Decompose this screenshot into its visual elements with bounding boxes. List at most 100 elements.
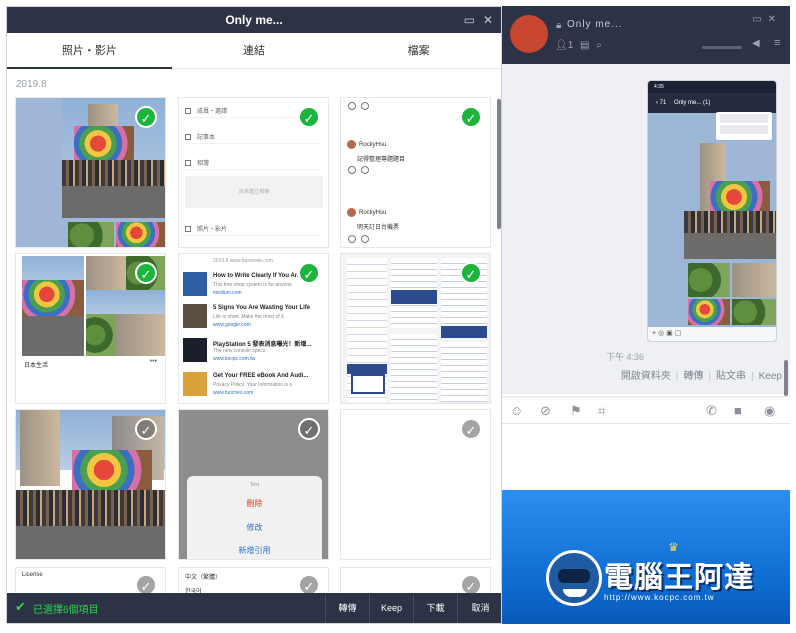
media-item-links[interactable]: 2019.8 www.facebook.com How to Write Cle… (178, 253, 329, 404)
volume-slider[interactable] (702, 46, 742, 49)
selected-check-icon[interactable]: ✓ (460, 106, 482, 128)
close-icon[interactable]: ✕ (483, 7, 493, 33)
media-item-collage[interactable]: 日本生活 ••• ✓ (15, 253, 166, 404)
emoji-icon (348, 235, 356, 243)
chat-message: 記得整理專題題目 (357, 157, 406, 163)
sticker-icon (361, 166, 369, 174)
selected-check-icon[interactable]: ✓ (135, 262, 157, 284)
download-button[interactable]: 下載 (413, 593, 457, 623)
emoji-icon[interactable]: ☺ (510, 403, 523, 418)
media-window: Only me... ▭ ✕ 照片‧影片 連結 檔案 2019.8 ✓ 成員‧邀… (6, 6, 502, 624)
popup-edit: 修改 (246, 523, 263, 532)
media-item-photo[interactable]: ✓ (15, 409, 166, 560)
selected-check-icon[interactable]: ✓ (298, 106, 320, 128)
maximize-icon[interactable]: ▭ (752, 14, 767, 25)
media-item-screenshot[interactable]: ✓ (340, 253, 491, 404)
selected-check-icon[interactable]: ✓ (135, 106, 157, 128)
phone-back-count: 71 (659, 100, 667, 106)
notes-row-photos: 照片‧影片 (197, 227, 228, 233)
tab-links[interactable]: 連結 (172, 33, 337, 68)
open-folder-link[interactable]: 開啟資料夾 (621, 367, 671, 382)
popup-title: Text (249, 482, 260, 488)
media-item-popup-screenshot[interactable]: Text 刪除 修改 新增引用 ✓ (178, 409, 329, 560)
selected-check-icon[interactable]: ✓ (460, 262, 482, 284)
emoji-icon (348, 166, 356, 174)
message-timestamp: 下午 4:36 (606, 352, 645, 362)
chat-title: Only me... (567, 19, 623, 30)
lock-icon: 🔒︎ (556, 20, 562, 31)
notes-row-album: 相簿 (197, 161, 210, 167)
forward-link[interactable]: 轉傳 (683, 367, 703, 382)
cancel-button[interactable]: 取消 (457, 593, 501, 623)
notes-row-members: 成員‧邀請 (197, 109, 228, 115)
media-item-notes[interactable]: 成員‧邀請 記事本 相簿 尚未建立相簿 照片‧影片 ✓ (178, 97, 329, 248)
chat-scrollbar[interactable] (784, 360, 788, 396)
speaker-icon[interactable]: ◀︎ (752, 38, 760, 49)
forward-button[interactable]: 轉傳 (325, 593, 369, 623)
media-window-title-bar: Only me... ▭ ✕ (7, 7, 501, 33)
post-link[interactable]: 貼文串 (716, 367, 746, 382)
attach-icon[interactable]: ⊘ (540, 403, 551, 419)
media-tabs: 照片‧影片 連結 檔案 (7, 33, 501, 69)
notes-icon[interactable]: ▤ (580, 40, 589, 51)
tab-photos-videos[interactable]: 照片‧影片 (7, 33, 172, 69)
search-icon[interactable]: ⌕ (596, 40, 602, 51)
avatar (347, 140, 356, 149)
unselected-check-icon[interactable]: ✓ (298, 418, 320, 440)
members-icon[interactable]: 👤︎ (555, 40, 568, 51)
close-icon[interactable]: ✕ (768, 14, 782, 25)
screen: Only me... ▭ ✕ 照片‧影片 連結 檔案 2019.8 ✓ 成員‧邀… (0, 0, 796, 633)
chat-message: 明天訂日台機票 (357, 225, 400, 231)
chat-window: 🔒︎ Only me... 👤︎1 ▤ ⌕ ▭✕ ◀︎ ≡ 4:35 ‹ 71 … (502, 6, 790, 624)
maximize-icon[interactable]: ▭ (464, 7, 475, 33)
mic-icon[interactable]: ◉ (764, 403, 775, 419)
media-item-chat[interactable]: RockyHsu 記得整理專題題目 RockyHsu 明天訂日台機票 ✓ (340, 97, 491, 248)
phone-icon[interactable]: ✆ (706, 403, 717, 419)
chat-toolbar: ☺ ⊘ ⚑ ⌗ ✆ ■ ◉ (502, 396, 790, 424)
chat-user-name: RockyHsu (359, 210, 387, 217)
keep-button[interactable]: Keep (369, 593, 413, 623)
sticker-icon (361, 102, 369, 110)
media-item-photo[interactable]: ✓ (15, 97, 166, 248)
date-group-label: 2019.8 (16, 79, 47, 90)
chat-message-area: 4:35 ‹ 71 Only me... (1) + ◎ ▣ ▢ 下午 4:36 (502, 64, 790, 396)
watermark-name: 電腦王阿達 (604, 562, 755, 594)
keep-icon[interactable]: ⚑ (570, 403, 582, 419)
shared-screenshot-message[interactable]: 4:35 ‹ 71 Only me... (1) + ◎ ▣ ▢ (647, 80, 777, 342)
link-thumbnail (183, 272, 207, 296)
unselected-check-icon[interactable]: ✓ (135, 418, 157, 440)
crop-icon[interactable]: ⌗ (598, 403, 605, 419)
chat-input-field[interactable] (502, 424, 790, 490)
chat-user-name: RockyHsu (359, 142, 387, 149)
album-placeholder: 尚未建立相簿 (185, 176, 323, 208)
avatar[interactable] (510, 15, 548, 53)
selected-check-icon: ✔ (15, 599, 26, 614)
chat-header: 🔒︎ Only me... 👤︎1 ▤ ⌕ ▭✕ ◀︎ ≡ (502, 6, 790, 64)
link-thumbnail (183, 338, 207, 362)
phone-popup-menu (716, 112, 772, 140)
message-actions: 開啟資料夾 | 轉傳 | 貼文串 | Keep (621, 367, 782, 382)
sticker-icon (361, 235, 369, 243)
media-window-title: Only me... (225, 13, 283, 27)
watermark-url: http://www.kocpc.com.tw (604, 593, 715, 602)
keep-link[interactable]: Keep (759, 371, 782, 382)
selected-count-text: 已選擇6個項目 (33, 605, 99, 616)
tab-files[interactable]: 檔案 (336, 33, 501, 68)
crown-icon: ♛ (668, 540, 679, 554)
phone-status-time: 4:35 (648, 81, 776, 93)
member-count: 1 (567, 40, 574, 51)
collage-caption: 日本生活 (24, 363, 49, 369)
media-item-blank[interactable]: ✓ (340, 409, 491, 560)
selection-action-bar: ✔ 已選擇6個項目 轉傳 Keep 下載 取消 (7, 593, 501, 623)
media-grid-scrollbar[interactable] (497, 99, 501, 229)
link-row: Get Your FREE eBook And Audi... Privacy … (183, 370, 324, 400)
emoji-icon (348, 102, 356, 110)
link-row: PlayStation 5 發表消息曝光！新增... The new conso… (183, 336, 324, 366)
selected-check-icon[interactable]: ✓ (298, 262, 320, 284)
menu-icon[interactable]: ≡ (774, 37, 780, 49)
watermark-mascot-icon (546, 550, 602, 606)
unselected-check-icon[interactable]: ✓ (460, 418, 482, 440)
video-icon[interactable]: ■ (734, 403, 742, 418)
more-icon[interactable]: ••• (150, 358, 157, 365)
desktop-background: ♛ 電腦王阿達 http://www.kocpc.com.tw (502, 490, 790, 624)
